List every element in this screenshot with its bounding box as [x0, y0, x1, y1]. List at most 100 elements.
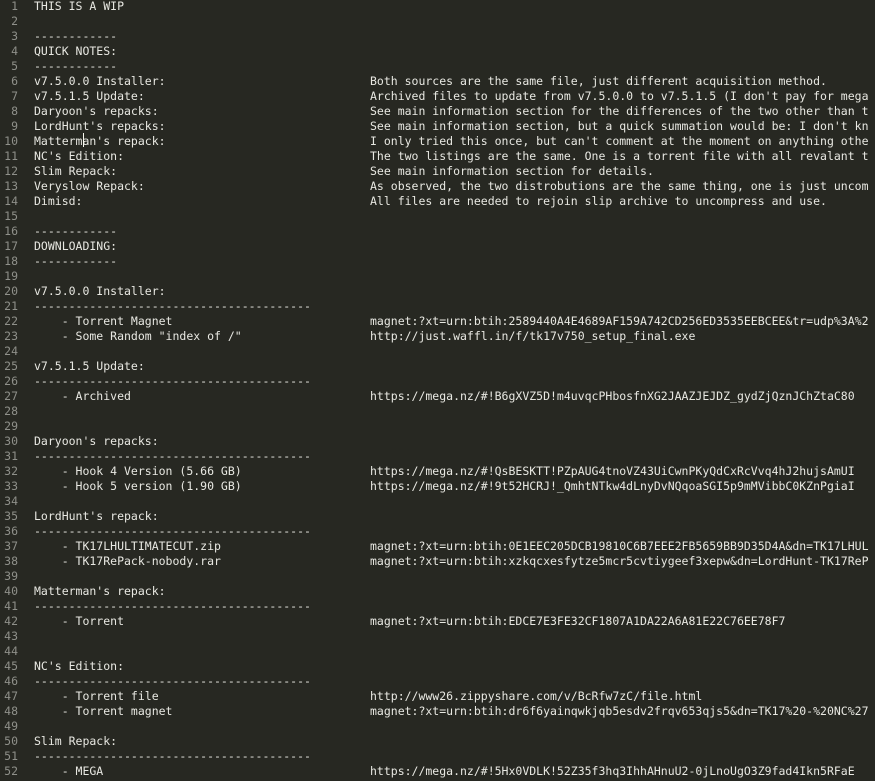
line-number: 45 [4, 659, 18, 673]
code-line[interactable]: ---------------------------------------- [34, 299, 875, 314]
line-number: 5 [11, 59, 18, 73]
line-value: https://mega.nz/#!9t52HCRJ!_QmhtNTkw4dLn… [370, 479, 855, 493]
code-line[interactable] [34, 629, 875, 644]
line-number: 49 [4, 719, 18, 733]
line-label: Veryslow Repack: [34, 179, 145, 193]
code-line[interactable]: NC's Edition: The two listings are the sa… [34, 149, 875, 164]
code-line[interactable]: ------------ [34, 29, 875, 44]
line-value: http://just.waffl.in/f/tk17v750_setup_fi… [370, 329, 696, 343]
line-label: - Hook 4 Version (5.66 GB) [34, 464, 242, 478]
line-number: 18 [4, 254, 18, 268]
line-number: 41 [4, 599, 18, 613]
text-cursor [83, 133, 84, 147]
line-label: ------------ [34, 224, 118, 238]
code-line[interactable]: - Torrent Magnet magnet:?xt=urn:btih:2589… [34, 314, 875, 329]
code-line[interactable]: ------------ [34, 254, 875, 269]
code-line[interactable]: v7.5.0.0 Installer: Both sources are the … [34, 74, 875, 89]
code-line[interactable]: ------------ [34, 59, 875, 74]
code-area[interactable]: THIS IS A WIP ------------ QUICK NOTES: ---… [34, 0, 875, 779]
code-line[interactable] [34, 569, 875, 584]
line-label: Slim Repack: [34, 164, 118, 178]
line-label: Slim Repack: [34, 734, 118, 748]
line-number: 27 [4, 389, 18, 403]
code-line[interactable] [34, 404, 875, 419]
code-line[interactable]: LordHunt's repacks: See main information … [34, 119, 875, 134]
code-line[interactable]: v7.5.1.5 Update: Archived files to update… [34, 89, 875, 104]
code-line[interactable]: ---------------------------------------- [34, 749, 875, 764]
code-line[interactable] [34, 344, 875, 359]
line-number: 42 [4, 614, 18, 628]
code-line[interactable]: - Torrent magnet:?xt=urn:btih:EDCE7E3FE32… [34, 614, 875, 629]
code-line[interactable]: DOWNLOADING: [34, 239, 875, 254]
line-number: 37 [4, 539, 18, 553]
code-line[interactable]: Slim Repack: [34, 734, 875, 749]
line-number: 44 [4, 644, 18, 658]
line-number: 34 [4, 494, 18, 508]
line-number: 31 [4, 449, 18, 463]
line-value: Archived files to update from v7.5.0.0 t… [370, 89, 869, 103]
code-line[interactable]: - TK17LHULTIMATECUT.zip magnet:?xt=urn:bt… [34, 539, 875, 554]
code-line[interactable]: Matterman's repack: I only tried this onc… [34, 134, 875, 149]
line-label: - Torrent [34, 614, 125, 628]
code-line[interactable]: ---------------------------------------- [34, 674, 875, 689]
line-label: THIS IS A WIP [34, 0, 125, 13]
line-label: ---------------------------------------- [34, 749, 311, 763]
line-label: ---------------------------------------- [34, 674, 311, 688]
line-number: 26 [4, 374, 18, 388]
line-number: 19 [4, 269, 18, 283]
code-line[interactable]: ---------------------------------------- [34, 599, 875, 614]
line-number: 22 [4, 314, 18, 328]
code-line[interactable]: Slim Repack: See main information section… [34, 164, 875, 179]
line-value: The two listings are the same. One is a … [370, 149, 869, 163]
line-number: 50 [4, 734, 18, 748]
line-value: As observed, the two distrobutions are t… [370, 179, 869, 193]
line-value: magnet:?xt=urn:btih:0E1EEC205DCB19810C6B… [370, 539, 869, 553]
code-line[interactable] [34, 719, 875, 734]
code-line[interactable] [34, 419, 875, 434]
line-number: 17 [4, 239, 18, 253]
line-label: NC's Edition: [34, 149, 125, 163]
line-value: magnet:?xt=urn:btih:2589440A4E4689AF159A… [370, 314, 869, 328]
code-line[interactable]: ------------ [34, 224, 875, 239]
code-line[interactable]: v7.5.0.0 Installer: [34, 284, 875, 299]
code-line[interactable]: Veryslow Repack: As observed, the two dis… [34, 179, 875, 194]
line-label: - Torrent file [34, 689, 159, 703]
code-line[interactable]: - TK17RePack-nobody.rar magnet:?xt=urn:bt… [34, 554, 875, 569]
code-line[interactable] [34, 269, 875, 284]
line-label: ------------ [34, 254, 118, 268]
code-line[interactable]: ---------------------------------------- [34, 374, 875, 389]
code-line[interactable] [34, 209, 875, 224]
line-value: See main information section, but a quic… [370, 119, 869, 133]
line-label: - Some Random "index of /" [34, 329, 242, 343]
code-line[interactable]: THIS IS A WIP [34, 0, 875, 14]
code-line[interactable]: LordHunt's repack: [34, 509, 875, 524]
code-line[interactable] [34, 494, 875, 509]
code-line[interactable]: Daryoon's repacks: See main information s… [34, 104, 875, 119]
line-label: ---------------------------------------- [34, 599, 311, 613]
code-line[interactable]: - Some Random "index of /" http://just.wa… [34, 329, 875, 344]
text-editor[interactable]: 1 2 3 4 5 6 7 8 9 10 11 12 13 14 15 16 17 18 19 20 21 22 23 24 2… [0, 0, 875, 781]
line-number: 13 [4, 179, 18, 193]
line-number: 7 [11, 89, 18, 103]
code-line[interactable]: ---------------------------------------- [34, 449, 875, 464]
code-line[interactable]: Matterman's repack: [34, 584, 875, 599]
code-line[interactable]: Daryoon's repacks: [34, 434, 875, 449]
code-line[interactable]: - Hook 5 version (1.90 GB) https://mega.n… [34, 479, 875, 494]
line-value: https://mega.nz/#!5Hx0VDLK!52Z35f3hq3Ihh… [370, 764, 855, 778]
code-line[interactable] [34, 14, 875, 29]
code-line[interactable] [34, 644, 875, 659]
code-line[interactable]: QUICK NOTES: [34, 44, 875, 59]
code-line[interactable]: ---------------------------------------- [34, 524, 875, 539]
line-value: magnet:?xt=urn:btih:EDCE7E3FE32CF1807A1D… [370, 614, 786, 628]
line-label: ---------------------------------------- [34, 449, 311, 463]
code-line[interactable]: - Archived https://mega.nz/#!B6gXVZ5D!m4u… [34, 389, 875, 404]
code-line[interactable]: - Torrent file http://www26.zippyshare.co… [34, 689, 875, 704]
code-line[interactable]: NC's Edition: [34, 659, 875, 674]
line-label: - TK17LHULTIMATECUT.zip [34, 539, 221, 553]
code-line[interactable]: v7.5.1.5 Update: [34, 359, 875, 374]
line-number: 28 [4, 404, 18, 418]
code-line[interactable]: - MEGA https://mega.nz/#!5Hx0VDLK!52Z35f3… [34, 764, 875, 779]
code-line[interactable]: Dimisd: All files are needed to rejoin sl… [34, 194, 875, 209]
code-line[interactable]: - Hook 4 Version (5.66 GB) https://mega.n… [34, 464, 875, 479]
code-line[interactable]: - Torrent magnet magnet:?xt=urn:btih:dr6f… [34, 704, 875, 719]
